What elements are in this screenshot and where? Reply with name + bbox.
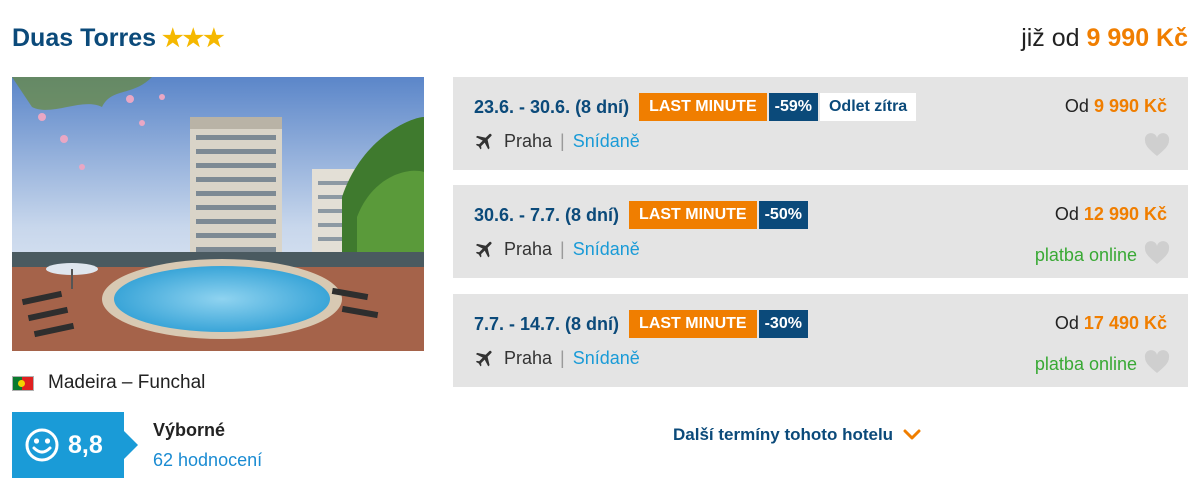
last-minute-badge: LAST MINUTE <box>629 310 757 338</box>
online-payment-label: platba online <box>1034 245 1137 265</box>
hotel-stars: ★★★ <box>162 25 225 52</box>
heart-icon[interactable] <box>1144 133 1170 157</box>
detail-separator: | <box>560 347 565 368</box>
hotel-header: Duas Torres ★★★ již od 9 990 Kč <box>12 22 1188 62</box>
hotel-name[interactable]: Duas Torres <box>12 24 156 52</box>
hotel-title[interactable]: Duas Torres ★★★ <box>12 24 225 53</box>
rating-score: 8,8 <box>68 430 103 459</box>
discount-badge: -50% <box>758 201 808 229</box>
rating-badge[interactable]: 8,8 <box>12 412 138 478</box>
discount-badge: -30% <box>758 310 808 338</box>
departure-city: Praha <box>504 130 553 151</box>
last-minute-badge: LAST MINUTE <box>629 201 757 229</box>
chevron-down-icon[interactable] <box>903 429 921 441</box>
price-prefix: Od <box>1064 96 1089 116</box>
heart-icon[interactable] <box>1144 350 1170 374</box>
hotel-location: Madeira – Funchal <box>12 372 205 394</box>
rating-summary: Výborné 62 hodnocení <box>153 420 262 471</box>
more-dates-label[interactable]: Další termíny tohoto hotelu <box>673 425 893 445</box>
online-payment-label: platba online <box>1034 354 1137 374</box>
offer-price: Od 12 990 Kč <box>1055 204 1167 225</box>
price-amount: 9 990 Kč <box>1093 96 1167 116</box>
offer-header: 7.7. - 14.7. (8 dní) LAST MINUTE -30% <box>474 310 808 338</box>
smiley-icon <box>25 428 59 462</box>
lowest-price: již od 9 990 Kč <box>1021 24 1188 53</box>
offer-row[interactable]: 23.6. - 30.6. (8 dní) LAST MINUTE -59% O… <box>453 77 1188 170</box>
offer-price: Od 17 490 Kč <box>1055 313 1167 334</box>
departure-city: Praha <box>504 238 553 259</box>
lowest-price-value: 9 990 Kč <box>1086 24 1188 52</box>
last-minute-badge: LAST MINUTE <box>639 93 767 121</box>
offer-dates[interactable]: 30.6. - 7.7. (8 dní) <box>474 205 619 226</box>
offer-details: Praha | Snídaně <box>474 129 640 153</box>
board-type[interactable]: Snídaně <box>573 348 640 369</box>
portugal-flag-icon <box>12 375 34 391</box>
hotel-photo-image <box>12 77 424 351</box>
price-prefix: Od <box>1054 204 1079 224</box>
departure-city: Praha <box>504 347 553 368</box>
offer-details: Praha | Snídaně <box>474 237 640 261</box>
plane-icon <box>475 350 492 367</box>
offer-header: 30.6. - 7.7. (8 dní) LAST MINUTE -50% <box>474 201 808 229</box>
heart-icon[interactable] <box>1144 241 1170 265</box>
plane-icon <box>475 133 492 150</box>
detail-separator: | <box>560 130 565 151</box>
board-type[interactable]: Snídaně <box>573 131 640 152</box>
offer-header: 23.6. - 30.6. (8 dní) LAST MINUTE -59% O… <box>474 93 917 121</box>
price-amount: 17 490 Kč <box>1083 313 1167 333</box>
location-text: Madeira – Funchal <box>48 372 206 393</box>
board-type[interactable]: Snídaně <box>573 239 640 260</box>
price-amount: 12 990 Kč <box>1083 204 1167 224</box>
rating-word: Výborné <box>153 420 226 440</box>
offer-row[interactable]: 7.7. - 14.7. (8 dní) LAST MINUTE -30% Pr… <box>453 294 1188 387</box>
detail-separator: | <box>560 238 565 259</box>
more-dates-link[interactable]: Další termíny tohoto hotelu <box>673 425 921 445</box>
offer-price: Od 9 990 Kč <box>1065 96 1167 117</box>
plane-icon <box>475 241 492 258</box>
offer-details: Praha | Snídaně <box>474 346 640 370</box>
discount-badge: -59% <box>768 93 818 121</box>
reviews-link[interactable]: 62 hodnocení <box>153 450 262 471</box>
lowest-price-prefix: již od <box>1021 24 1080 52</box>
offer-row[interactable]: 30.6. - 7.7. (8 dní) LAST MINUTE -50% Pr… <box>453 185 1188 278</box>
price-prefix: Od <box>1054 313 1079 333</box>
hotel-photo[interactable] <box>12 77 424 351</box>
offer-dates[interactable]: 23.6. - 30.6. (8 dní) <box>474 97 629 118</box>
offer-dates[interactable]: 7.7. - 14.7. (8 dní) <box>474 314 619 335</box>
departure-tomorrow-badge: Odlet zítra <box>819 93 917 121</box>
